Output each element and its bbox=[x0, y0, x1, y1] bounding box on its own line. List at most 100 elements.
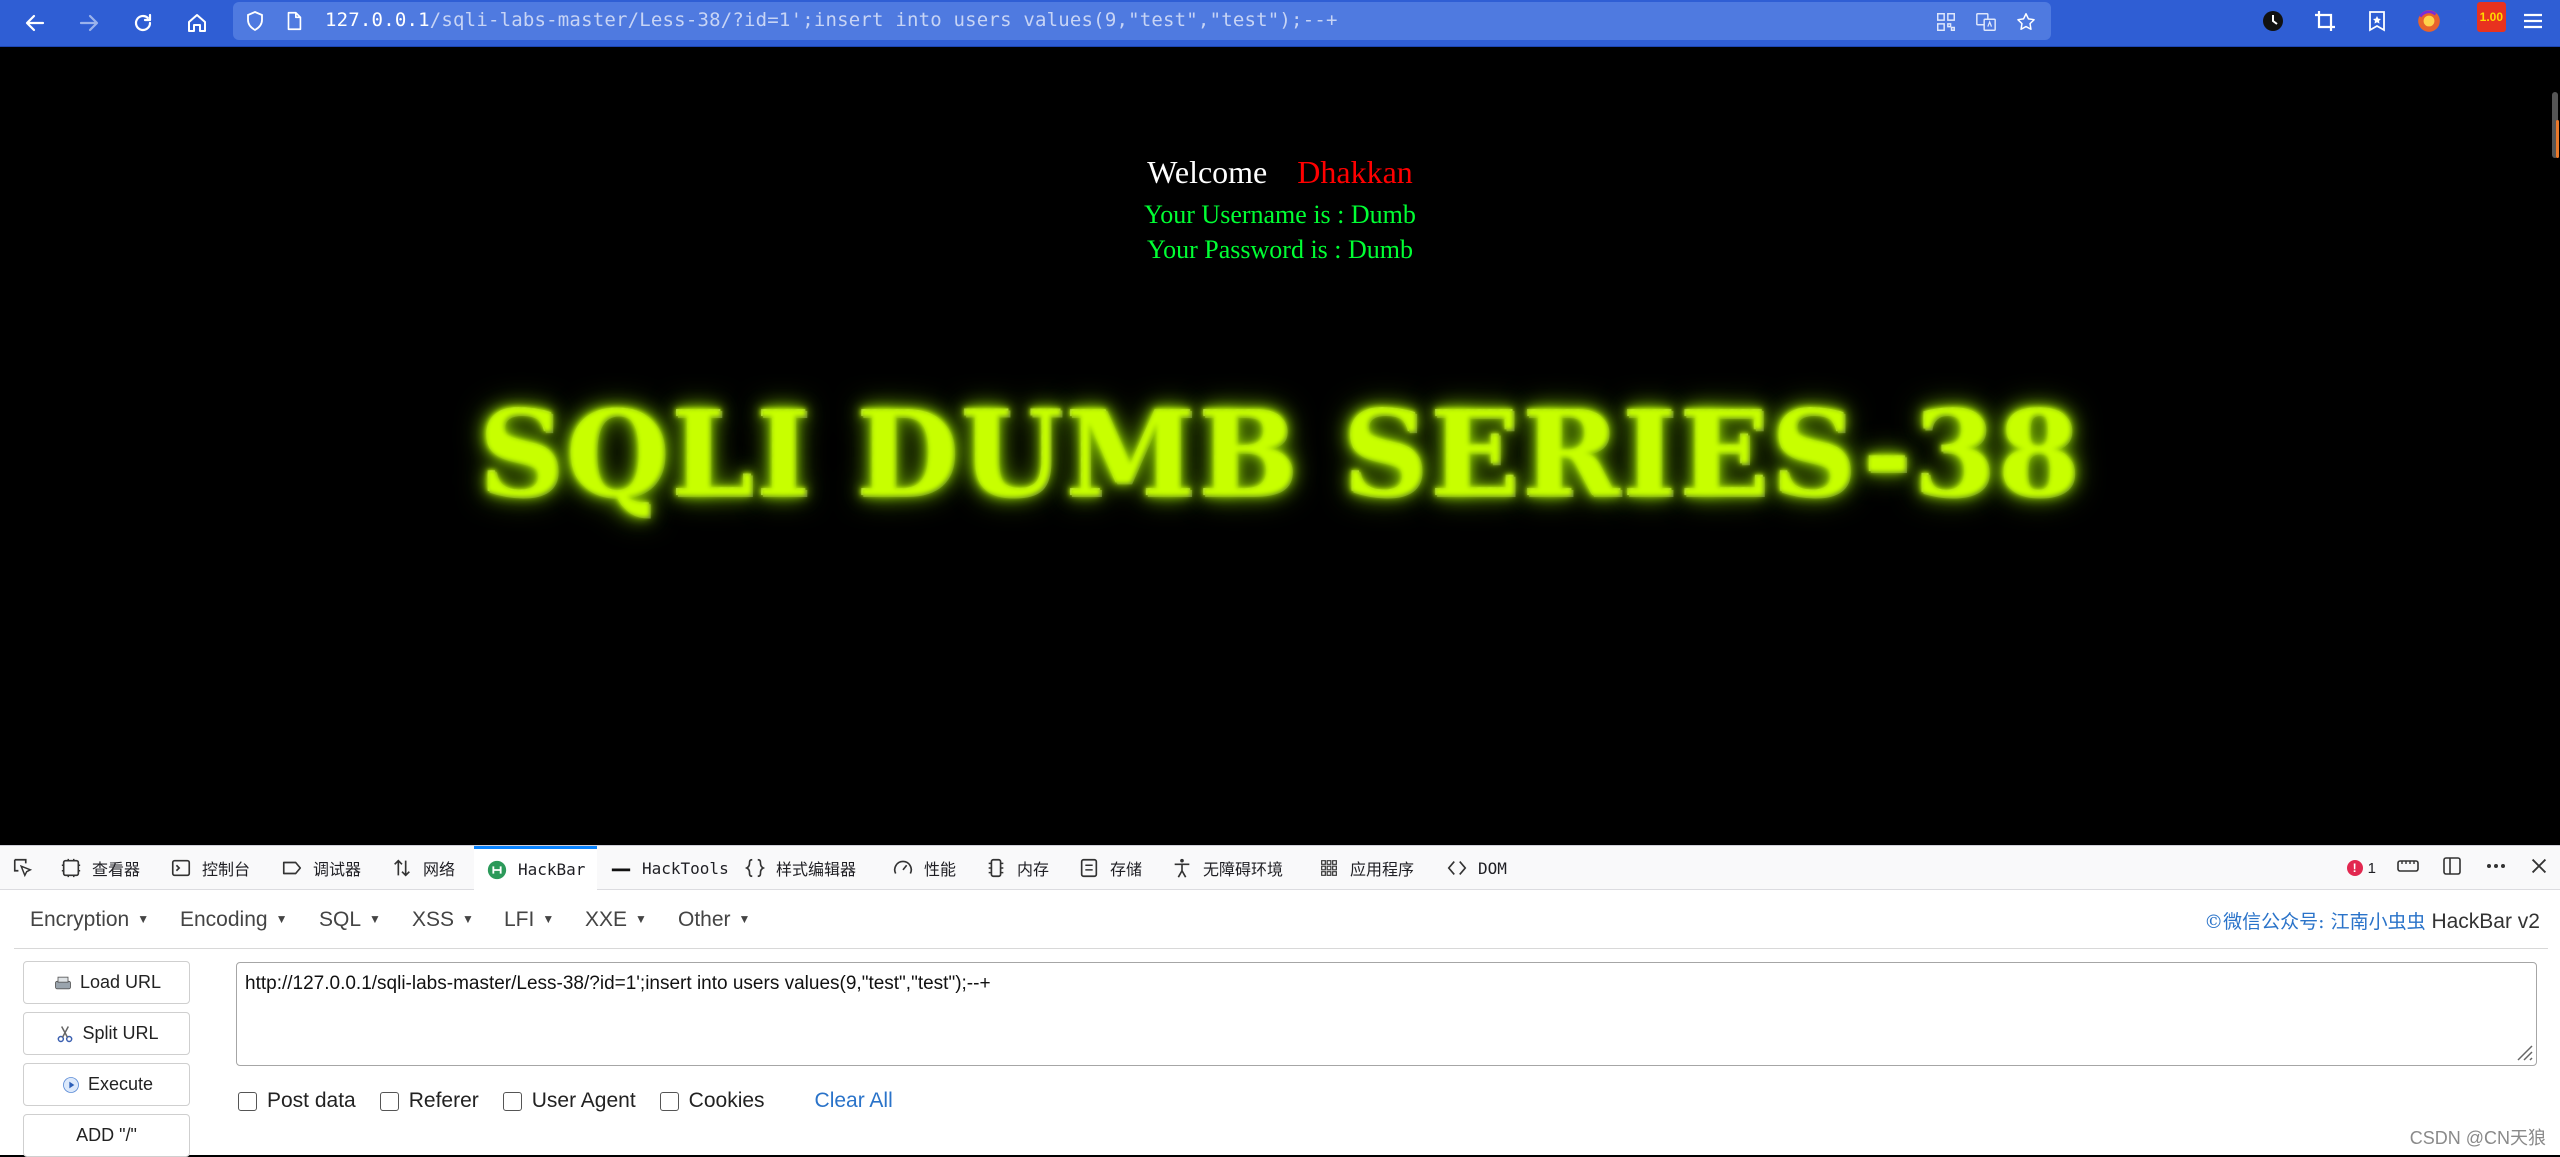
menu-other[interactable]: Other ▼ bbox=[678, 908, 750, 932]
hackbar-icon bbox=[487, 860, 507, 879]
devtools-tab-strip: 查看器 控制台 调试器 网络 HackBar HackTools 样式编辑器 性… bbox=[0, 845, 2560, 890]
tab-debugger-label: 调试器 bbox=[313, 860, 362, 879]
tab-hacktools[interactable]: HackTools bbox=[610, 846, 729, 890]
checkbox-box[interactable] bbox=[238, 1091, 257, 1111]
load-url-button[interactable]: Load URL bbox=[23, 961, 190, 1004]
home-button[interactable] bbox=[178, 4, 216, 42]
menu-encryption-label: Encryption bbox=[30, 908, 130, 931]
referer-checkbox[interactable]: Referer bbox=[379, 1089, 479, 1113]
web-page: Welcome Dhakkan Your Username is : Dumb Y… bbox=[0, 48, 2560, 845]
banner-text: SQLI DUMB SERIES-38 bbox=[478, 384, 2082, 523]
tab-accessibility[interactable]: 无障碍环境 bbox=[1171, 846, 1283, 890]
application-icon bbox=[1321, 860, 1337, 876]
tab-application[interactable]: 应用程序 bbox=[1318, 846, 1414, 890]
element-picker-button[interactable] bbox=[12, 846, 34, 890]
cookies-checkbox[interactable]: Cookies bbox=[659, 1089, 765, 1113]
split-url-button[interactable]: Split URL bbox=[23, 1012, 190, 1055]
error-counter[interactable]: ! 1 bbox=[2346, 860, 2376, 877]
collections-star-icon[interactable] bbox=[2362, 6, 2392, 36]
responsive-design-icon[interactable] bbox=[2396, 854, 2420, 883]
menu-sql[interactable]: SQL ▼ bbox=[319, 908, 381, 932]
post-data-checkbox[interactable]: Post data bbox=[238, 1089, 356, 1113]
welcome-label: Welcome bbox=[1147, 154, 1268, 190]
execute-label: Execute bbox=[87, 1074, 154, 1094]
network-icon bbox=[394, 859, 410, 877]
menu-xss[interactable]: XSS ▼ bbox=[412, 908, 474, 932]
flag-extension-icon[interactable]: 1.00 bbox=[2466, 2, 2506, 36]
firefox-extension-icon[interactable] bbox=[2414, 6, 2444, 36]
tab-network[interactable]: 网络 bbox=[391, 846, 455, 890]
hamburger-menu-icon[interactable] bbox=[2518, 6, 2548, 36]
url-path: /sqli-labs-master/Less-38/?id=1';insert … bbox=[429, 9, 1338, 31]
translate-icon[interactable] bbox=[1973, 9, 1999, 35]
tab-style-editor[interactable]: 样式编辑器 bbox=[744, 846, 856, 890]
scrollbar-accent bbox=[2556, 120, 2559, 158]
clear-all-link[interactable]: Clear All bbox=[815, 1089, 893, 1113]
tab-memory[interactable]: 内存 bbox=[985, 846, 1049, 890]
dock-side-icon[interactable] bbox=[2440, 854, 2464, 883]
load-url-label: Load URL bbox=[79, 972, 162, 992]
menu-xxe-label: XXE bbox=[585, 908, 628, 931]
reload-icon bbox=[134, 13, 152, 32]
accessibility-icon bbox=[1174, 858, 1190, 878]
menu-lfi[interactable]: LFI ▼ bbox=[504, 908, 554, 932]
add-slash-button[interactable]: ADD "/" bbox=[23, 1114, 190, 1157]
tab-style-editor-label: 样式编辑器 bbox=[776, 860, 857, 879]
address-bar[interactable]: 127.0.0.1/sqli-labs-master/Less-38/?id=1… bbox=[233, 2, 2051, 40]
more-options-icon[interactable] bbox=[2484, 854, 2508, 883]
tab-storage[interactable]: 存储 bbox=[1078, 846, 1142, 890]
welcome-name: Dhakkan bbox=[1297, 154, 1413, 190]
chevron-down-icon: ▼ bbox=[635, 912, 647, 926]
menu-encoding[interactable]: Encoding ▼ bbox=[180, 908, 287, 932]
user-agent-label: User Agent bbox=[531, 1089, 636, 1112]
tab-dom[interactable]: DOM bbox=[1446, 846, 1507, 890]
bookmark-star-icon[interactable] bbox=[2013, 9, 2039, 35]
url-textarea[interactable]: http://127.0.0.1/sqli-labs-master/Less-3… bbox=[236, 962, 2537, 1066]
inspector-icon bbox=[61, 858, 81, 878]
chevron-down-icon: ▼ bbox=[542, 912, 555, 926]
url-text[interactable]: 127.0.0.1/sqli-labs-master/Less-38/?id=1… bbox=[325, 9, 1338, 31]
tab-console[interactable]: 控制台 bbox=[170, 846, 250, 890]
resize-grip-icon[interactable] bbox=[2512, 1040, 2534, 1062]
menu-xxe[interactable]: XXE ▼ bbox=[585, 908, 647, 932]
execute-button[interactable]: Execute bbox=[23, 1063, 190, 1106]
page-icon[interactable] bbox=[283, 10, 305, 32]
user-agent-checkbox[interactable]: User Agent bbox=[502, 1089, 636, 1113]
password-line: Your Password is : Dumb bbox=[1146, 235, 1414, 264]
execute-play-icon bbox=[60, 1074, 82, 1096]
username-line: Your Username is : Dumb bbox=[1144, 200, 1416, 229]
tab-storage-label: 存储 bbox=[1110, 860, 1143, 879]
hacktools-icon bbox=[611, 868, 631, 872]
tab-hackbar[interactable]: HackBar bbox=[474, 846, 598, 890]
performance-icon bbox=[893, 860, 913, 874]
chevron-down-icon: ▼ bbox=[369, 912, 381, 926]
split-url-label: Split URL bbox=[82, 1023, 159, 1043]
browser-toolbar: 127.0.0.1/sqli-labs-master/Less-38/?id=1… bbox=[0, 0, 2560, 47]
brand-chinese: ©微信公众号: 江南小虫虫 bbox=[2204, 911, 2426, 933]
qr-code-icon[interactable] bbox=[1933, 9, 1959, 35]
menu-xss-label: XSS bbox=[412, 908, 455, 931]
hackbar-options: Post data Referer User Agent Cookies Cle… bbox=[238, 1086, 893, 1116]
back-button[interactable] bbox=[16, 4, 54, 42]
forward-button[interactable] bbox=[70, 4, 108, 42]
menu-encryption[interactable]: Encryption ▼ bbox=[30, 908, 149, 932]
screenshot-crop-icon[interactable] bbox=[2310, 6, 2340, 36]
cookies-label: Cookies bbox=[688, 1089, 765, 1112]
extension-circle-icon[interactable] bbox=[2258, 6, 2288, 36]
picker-icon bbox=[13, 858, 33, 878]
reload-button[interactable] bbox=[124, 4, 162, 42]
tab-performance[interactable]: 性能 bbox=[892, 846, 956, 890]
shield-icon[interactable] bbox=[243, 9, 267, 33]
tab-network-label: 网络 bbox=[423, 860, 456, 879]
tab-accessibility-label: 无障碍环境 bbox=[1203, 860, 1284, 879]
tab-debugger[interactable]: 调试器 bbox=[281, 846, 361, 890]
storage-icon bbox=[1080, 858, 1098, 878]
checkbox-box[interactable] bbox=[659, 1091, 679, 1111]
post-data-label: Post data bbox=[267, 1089, 356, 1112]
checkbox-box[interactable] bbox=[502, 1091, 522, 1111]
close-devtools-icon[interactable] bbox=[2528, 855, 2550, 882]
tab-inspector-label: 查看器 bbox=[92, 860, 141, 879]
tab-inspector[interactable]: 查看器 bbox=[60, 846, 140, 890]
tab-dom-label: DOM bbox=[1478, 858, 1507, 878]
checkbox-box[interactable] bbox=[379, 1091, 399, 1111]
